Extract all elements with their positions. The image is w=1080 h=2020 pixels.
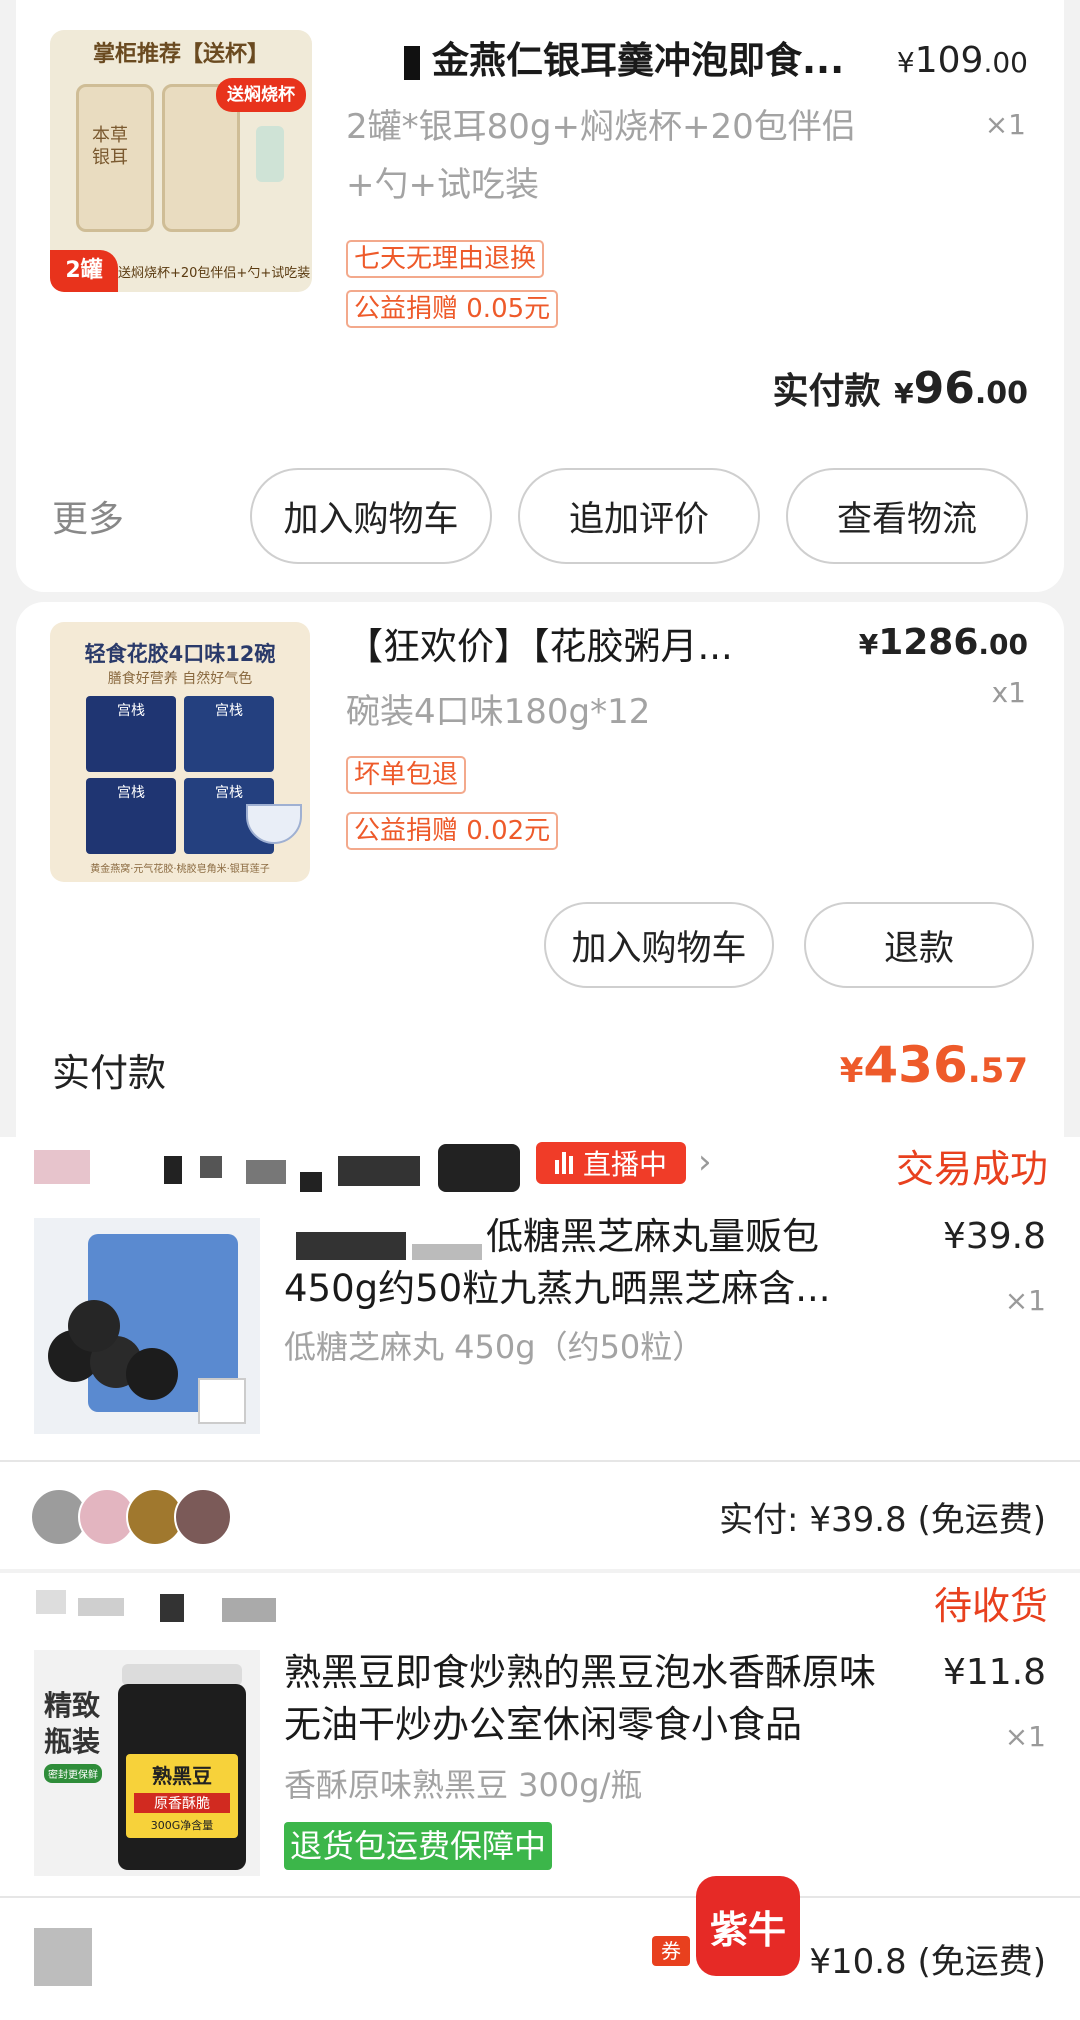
tag-damage-refund: 坏单包退 (346, 756, 467, 794)
jar-label: 熟黑豆 原香酥脆 300G净含量 (126, 1754, 238, 1838)
coupon-badge: 券 (652, 1936, 690, 1966)
product-qty: x1 (991, 676, 1026, 709)
small-sachet (198, 1378, 246, 1424)
box-2: 宫栈 (184, 696, 274, 772)
redacted-shop-3 (160, 1594, 184, 1622)
redacted-shop-4 (222, 1598, 276, 1622)
divider (0, 1460, 1080, 1462)
thumb-top-label: 掌柜推荐【送杯】 (92, 42, 269, 67)
paid-amount: ¥436.57 (839, 1036, 1028, 1094)
tag-return-shipping-insurance: 退货包运费保障中 (284, 1822, 553, 1870)
sesame-ball-4 (126, 1348, 178, 1400)
product-image-silver-ear[interactable]: 掌柜推荐【送杯】 本草银耳 送焖烧杯 2罐 送焖烧杯+20包伴侣+勺+试吃装 (50, 30, 312, 292)
add-to-cart-button[interactable]: 加入购物车 (250, 468, 492, 564)
jar-sub: 原香酥脆 (134, 1793, 230, 1813)
redacted-shop-name-4 (300, 1172, 322, 1192)
product-title-line2[interactable]: 450g约50粒九蒸九晒黑芝麻含... (284, 1264, 884, 1314)
product-spec: 碗装4口味180g*12 (346, 692, 651, 732)
redacted-title-prefix-2 (412, 1244, 482, 1260)
redacted-shop-mark (404, 46, 420, 80)
order-status: 待收货 (933, 1584, 1048, 1628)
order-status: 交易成功 (895, 1147, 1048, 1191)
redacted-shop-avatar (34, 1150, 90, 1184)
chevron-right-icon[interactable]: › (698, 1142, 712, 1182)
avatar (174, 1488, 232, 1546)
product-qty: ×1 (984, 108, 1026, 141)
redacted-avatar (34, 1928, 92, 1986)
jar-text: 本草银耳 (92, 125, 128, 168)
product-qty: ×1 (1004, 1284, 1046, 1317)
jar-weight: 300G净含量 (150, 1819, 214, 1832)
live-icon (554, 1152, 573, 1174)
product-price: ¥39.8 (942, 1216, 1046, 1257)
sesame-ball-3 (68, 1300, 120, 1352)
product-price: ¥109.00 (896, 40, 1028, 81)
live-badge[interactable]: 直播中 (536, 1142, 686, 1184)
paid-summary: 实付: ¥39.8 (免运费) (719, 1500, 1046, 1540)
more-button[interactable]: 更多 (52, 490, 124, 542)
redacted-shop-name-1 (164, 1156, 182, 1184)
thumb-label: 精致瓶装 (44, 1689, 101, 1758)
avatar-group (30, 1488, 240, 1548)
watermark-logo: 紫牛 (696, 1876, 800, 1976)
paid-amount: 实付款 ¥96.00 (772, 363, 1028, 414)
product-price: ¥1286.00 (858, 622, 1028, 663)
redacted-shop-name-6 (438, 1144, 520, 1192)
refund-button[interactable]: 退款 (804, 902, 1034, 988)
product-price: ¥11.8 (942, 1652, 1046, 1693)
divider (0, 1896, 1080, 1898)
add-review-button[interactable]: 追加评价 (518, 468, 760, 564)
live-label: 直播中 (582, 1148, 667, 1181)
product-spec: 低糖芝麻丸 450g（约50粒） (284, 1328, 705, 1366)
thumb-subtitle: 膳食好营养 自然好气色 (107, 671, 253, 687)
thermos-cup (256, 126, 284, 182)
tag-charity-donation: 公益捐赠 0.05元 (346, 290, 559, 328)
redacted-title-prefix (296, 1232, 406, 1260)
thumb-title: 轻食花胶4口味12碗 (84, 642, 276, 666)
box-3: 宫栈 (86, 778, 176, 854)
jar-title: 熟黑豆 (152, 1764, 212, 1788)
watermark-text: 紫牛 (709, 1907, 786, 1952)
jar-lid (122, 1664, 242, 1686)
thumb-count: 2罐 (50, 250, 118, 292)
product-title-line1[interactable]: 低糖黑芝麻丸量贩包 (486, 1212, 906, 1262)
product-title-line2[interactable]: 无油干炒办公室休闲零食小食品 (284, 1700, 924, 1750)
thumb-sub: 密封更保鲜 (44, 1764, 102, 1783)
thumb-badge: 送焖烧杯 (216, 78, 306, 112)
product-qty: ×1 (1004, 1720, 1046, 1753)
product-image-sesame-balls[interactable] (34, 1218, 260, 1434)
thumb-footer: 黄金燕窝·元气花胶·桃胶皂角米·银耳莲子 (90, 864, 270, 875)
redacted-shop-name-5 (338, 1156, 420, 1186)
redacted-shop-1 (36, 1590, 66, 1614)
add-to-cart-button[interactable]: 加入购物车 (544, 902, 774, 988)
view-logistics-button[interactable]: 查看物流 (786, 468, 1028, 564)
tag-charity-donation: 公益捐赠 0.02元 (346, 812, 559, 850)
product-title-line1[interactable]: 熟黑豆即食炒熟的黑豆泡水香酥原味 (284, 1648, 924, 1698)
paid-label: 实付款 (52, 1051, 167, 1095)
box-1: 宫栈 (86, 696, 176, 772)
thumb-bottom-text: 送焖烧杯+20包伴侣+勺+试吃装 (118, 266, 311, 281)
product-title[interactable]: 【狂欢价】【花胶粥月... (346, 622, 816, 672)
redacted-shop-name-2 (200, 1156, 222, 1178)
product-spec: 香酥原味熟黑豆 300g/瓶 (284, 1766, 643, 1804)
tag-seven-day-return: 七天无理由退换 (346, 240, 545, 278)
redacted-shop-name-3 (246, 1160, 286, 1184)
product-image-black-beans[interactable]: 精致瓶装 密封更保鲜 熟黑豆 原香酥脆 300G净含量 (34, 1650, 260, 1876)
redacted-shop-2 (78, 1598, 124, 1616)
product-spec: 2罐*银耳80g+焖烧杯+20包伴侣+勺+试吃装 (346, 107, 856, 205)
product-image-fish-maw-porridge[interactable]: 轻食花胶4口味12碗 膳食好营养 自然好气色 宫栈 宫栈 宫栈 宫栈 黄金燕窝·… (50, 622, 310, 882)
product-title[interactable]: 金燕仁银耳羹冲泡即食... (432, 36, 892, 86)
